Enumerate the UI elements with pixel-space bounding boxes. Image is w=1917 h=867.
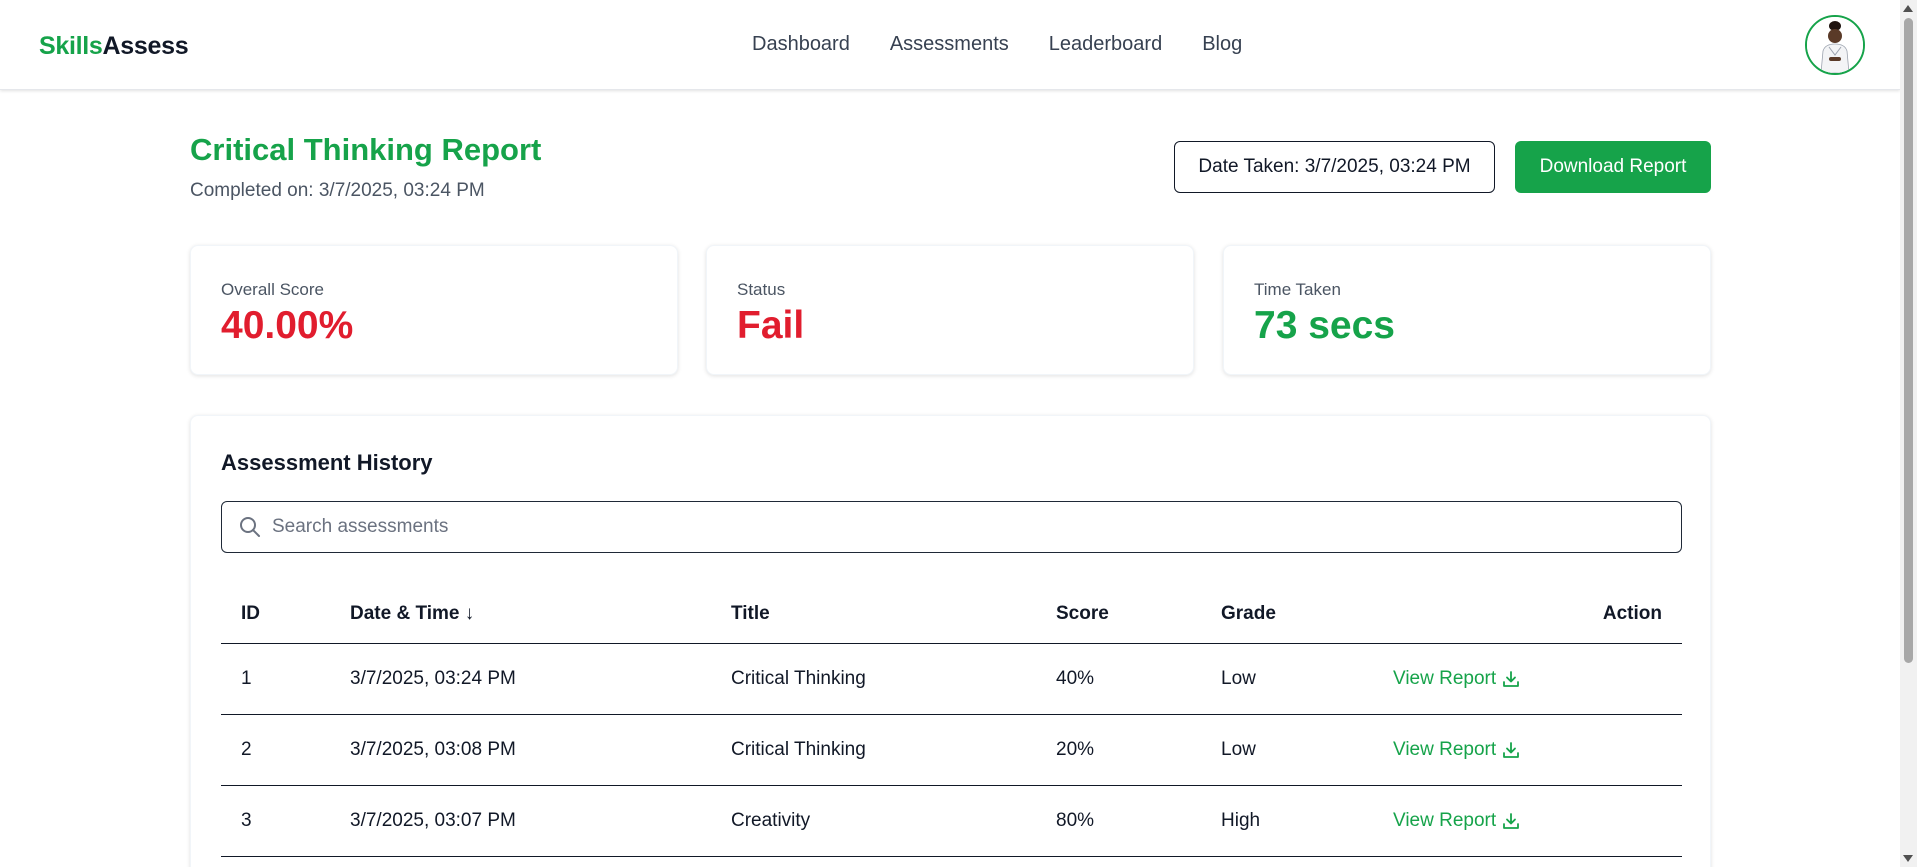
overall-score-value: 40.00% <box>221 304 354 347</box>
assessment-history-title: Assessment History <box>221 450 433 475</box>
view-report-label: View Report <box>1393 738 1497 760</box>
row-grade: Low <box>1221 714 1393 786</box>
row-grade: High <box>1221 785 1393 857</box>
user-avatar[interactable] <box>1805 15 1865 75</box>
search-icon <box>240 517 260 537</box>
date-taken-button[interactable]: Date Taken: 3/7/2025, 03:24 PM <box>1174 141 1495 193</box>
status-card: Status Fail <box>706 245 1194 375</box>
scroll-down-arrow-icon[interactable] <box>1903 855 1913 862</box>
column-header-date[interactable]: Date & Time ↓ <box>350 586 731 644</box>
row-title: Critical Thinking <box>731 714 1056 786</box>
download-report-button[interactable]: Download Report <box>1515 141 1711 193</box>
top-navbar: SkillsAssess Dashboard Assessments Leade… <box>0 0 1900 90</box>
download-icon <box>1503 741 1520 758</box>
table-row: 1 3/7/2025, 03:24 PM Critical Thinking 4… <box>221 643 1682 715</box>
table-row: 2 3/7/2025, 03:08 PM Critical Thinking 2… <box>221 714 1682 786</box>
page-scrollbar[interactable] <box>1900 0 1917 867</box>
brand-logo-part1: Skills <box>39 32 103 60</box>
row-action: View Report <box>1393 714 1682 786</box>
status-value: Fail <box>737 304 805 347</box>
overall-score-card: Overall Score 40.00% <box>190 245 678 375</box>
main-nav: Dashboard Assessments Leaderboard Blog <box>752 33 1242 56</box>
assessment-history-table: ID Date & Time ↓ Title Score Grade Actio… <box>221 586 1682 857</box>
row-date: 3/7/2025, 03:24 PM <box>350 643 731 715</box>
view-report-label: View Report <box>1393 667 1497 689</box>
time-taken-card: Time Taken 73 secs <box>1223 245 1711 375</box>
row-title: Creativity <box>731 785 1056 857</box>
status-label: Status <box>737 280 786 299</box>
column-header-grade: Grade <box>1221 586 1393 644</box>
row-action: View Report <box>1393 643 1682 715</box>
time-taken-value: 73 secs <box>1254 304 1395 347</box>
view-report-label: View Report <box>1393 809 1497 831</box>
download-icon <box>1503 670 1520 687</box>
row-score: 40% <box>1056 643 1221 715</box>
assessment-history-panel: Assessment History ID Date & Time ↓ Titl… <box>190 415 1711 867</box>
scroll-up-arrow-icon[interactable] <box>1903 5 1913 12</box>
nav-dashboard[interactable]: Dashboard <box>752 33 850 56</box>
table-row: 3 3/7/2025, 03:07 PM Creativity 80% High… <box>221 785 1682 857</box>
row-date: 3/7/2025, 03:07 PM <box>350 785 731 857</box>
view-report-link[interactable]: View Report <box>1393 810 1520 832</box>
view-report-link[interactable]: View Report <box>1393 668 1520 690</box>
nav-blog[interactable]: Blog <box>1202 33 1242 56</box>
search-box[interactable] <box>221 501 1682 553</box>
nav-assessments[interactable]: Assessments <box>890 33 1009 56</box>
time-taken-label: Time Taken <box>1254 280 1341 299</box>
row-score: 20% <box>1056 714 1221 786</box>
column-header-score: Score <box>1056 586 1221 644</box>
avatar-person-icon <box>1807 17 1863 73</box>
table-header-row: ID Date & Time ↓ Title Score Grade Actio… <box>221 586 1682 644</box>
row-score: 80% <box>1056 785 1221 857</box>
brand-logo[interactable]: SkillsAssess <box>39 32 189 61</box>
overall-score-label: Overall Score <box>221 280 324 299</box>
download-icon <box>1503 812 1520 829</box>
search-input[interactable] <box>272 502 1662 552</box>
column-header-action: Action <box>1393 586 1682 644</box>
row-action: View Report <box>1393 785 1682 857</box>
row-grade: Low <box>1221 643 1393 715</box>
page-title: Critical Thinking Report <box>190 132 542 167</box>
scrollbar-thumb[interactable] <box>1904 18 1913 663</box>
nav-leaderboard[interactable]: Leaderboard <box>1049 33 1162 56</box>
row-id: 1 <box>221 643 350 715</box>
row-id: 2 <box>221 714 350 786</box>
column-header-title: Title <box>731 586 1056 644</box>
row-date: 3/7/2025, 03:08 PM <box>350 714 731 786</box>
column-header-id: ID <box>221 586 350 644</box>
view-report-link[interactable]: View Report <box>1393 739 1520 761</box>
row-id: 3 <box>221 785 350 857</box>
row-title: Critical Thinking <box>731 643 1056 715</box>
completed-on-text: Completed on: 3/7/2025, 03:24 PM <box>190 180 485 201</box>
brand-logo-part2: Assess <box>102 32 189 60</box>
